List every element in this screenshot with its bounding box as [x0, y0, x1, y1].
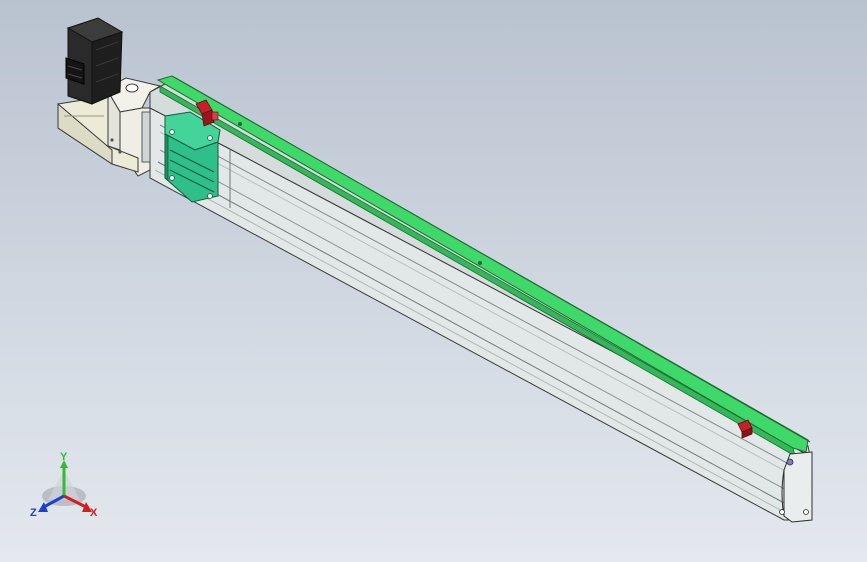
orientation-triad: Y X Z — [30, 451, 98, 519]
linear-actuator-body[interactable] — [149, 83, 813, 521]
guide-rail[interactable] — [156, 75, 811, 457]
cad-viewport[interactable]: Y X Z — [0, 0, 867, 562]
servo-motor[interactable] — [65, 17, 124, 105]
model-scene[interactable]: Y X Z — [0, 0, 867, 562]
y-axis-label: Y — [60, 451, 68, 463]
z-axis-label: Z — [30, 507, 37, 519]
x-axis-label: X — [90, 507, 98, 519]
